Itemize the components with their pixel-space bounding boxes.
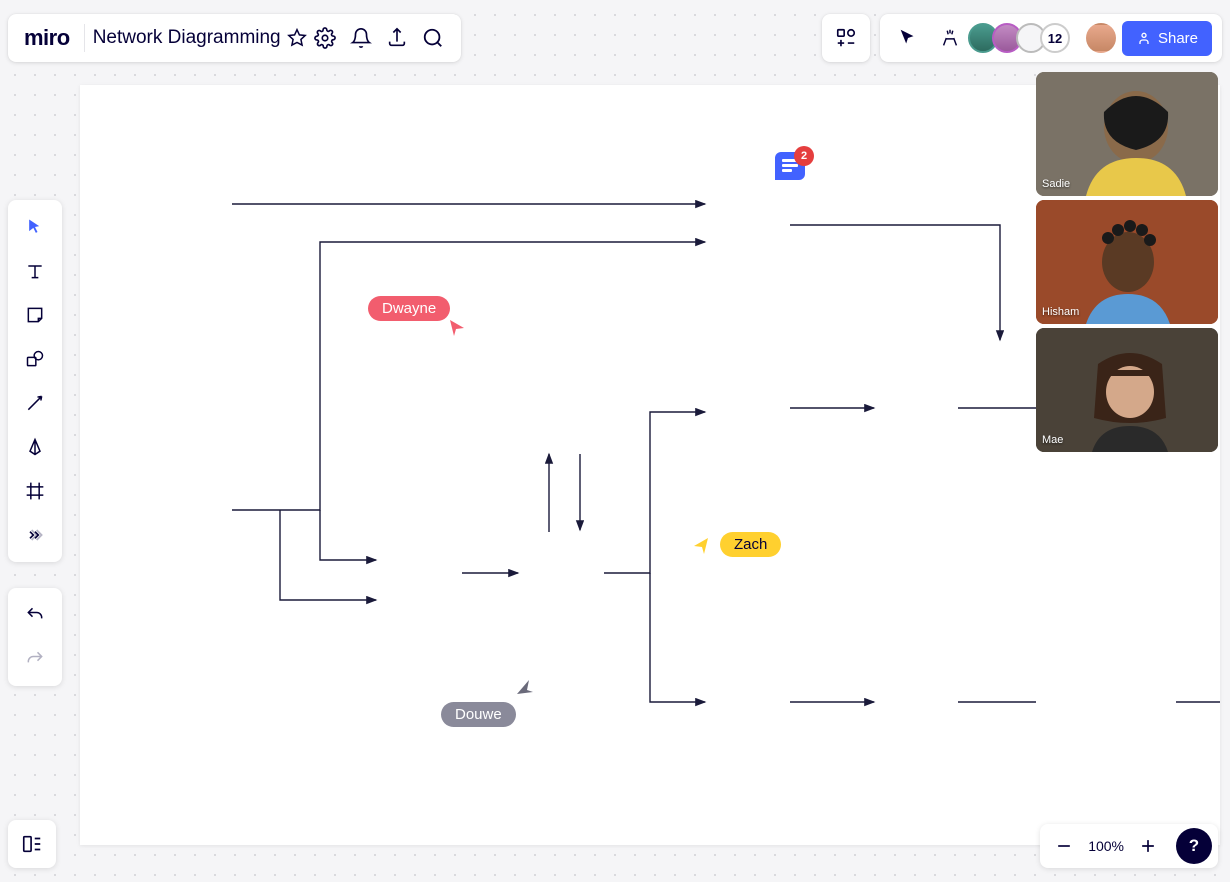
zoom-level[interactable]: 100% <box>1088 838 1124 854</box>
line-tool[interactable] <box>14 382 56 424</box>
reactions-icon[interactable] <box>932 20 968 56</box>
search-icon[interactable] <box>415 20 451 56</box>
pen-tool[interactable] <box>14 426 56 468</box>
select-tool[interactable] <box>14 206 56 248</box>
settings-icon[interactable] <box>307 20 343 56</box>
video-participant-1[interactable]: Sadie <box>1036 72 1218 196</box>
video-participant-2[interactable]: Hisham <box>1036 200 1218 324</box>
share-button[interactable]: Share <box>1122 21 1212 56</box>
star-icon[interactable] <box>287 28 307 48</box>
miro-logo[interactable]: miro <box>18 25 76 51</box>
board-title[interactable]: Network Diagramming <box>93 27 307 49</box>
text-tool[interactable] <box>14 250 56 292</box>
collaborator-avatars[interactable]: 12 <box>974 23 1070 53</box>
cursor-douwe: Douwe <box>441 702 516 727</box>
help-button[interactable]: ? <box>1176 828 1212 864</box>
apps-icon[interactable] <box>828 20 864 56</box>
redo-button[interactable] <box>14 638 56 680</box>
frames-panel-button[interactable] <box>8 820 56 868</box>
cursor-zach: Zach <box>720 532 781 557</box>
comment-count-badge: 2 <box>794 146 814 166</box>
tool-palette <box>8 200 62 562</box>
more-tools[interactable] <box>14 514 56 556</box>
shape-tool[interactable] <box>14 338 56 380</box>
cursor-mode-icon[interactable] <box>890 20 926 56</box>
export-icon[interactable] <box>379 20 415 56</box>
sticky-tool[interactable] <box>14 294 56 336</box>
undo-button[interactable] <box>14 594 56 636</box>
video-participant-3[interactable]: Mae <box>1036 328 1218 452</box>
notifications-icon[interactable] <box>343 20 379 56</box>
zoom-in-button[interactable] <box>1130 828 1166 864</box>
cursor-dwayne: Dwayne <box>368 296 450 321</box>
zoom-out-button[interactable] <box>1046 828 1082 864</box>
frame-tool[interactable] <box>14 470 56 512</box>
current-user-avatar[interactable] <box>1086 23 1116 53</box>
video-call-panel[interactable]: Sadie Hisham Mae <box>1036 72 1218 452</box>
